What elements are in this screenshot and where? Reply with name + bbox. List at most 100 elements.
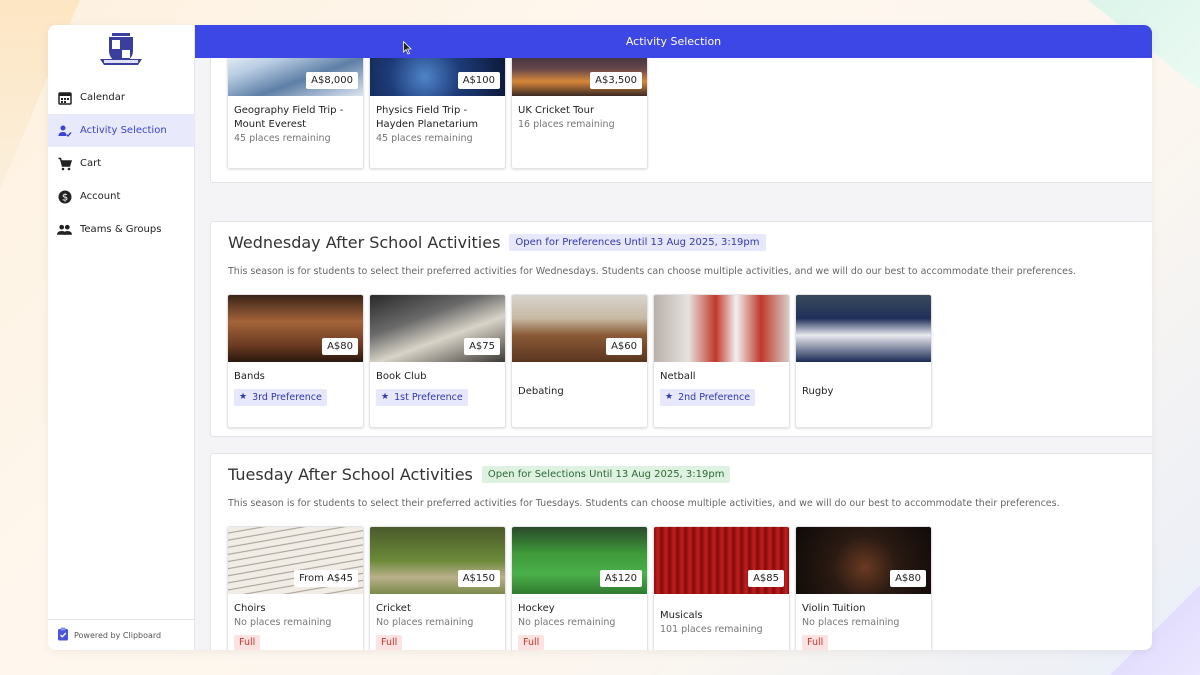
price-badge: A$75	[464, 338, 500, 355]
preference-tag[interactable]: ★ 3rd Preference	[234, 388, 327, 406]
activity-card-netball[interactable]: Netball ★ 2nd Preference	[653, 294, 790, 428]
activity-name: UK Cricket Tour	[518, 105, 595, 116]
netball-image	[654, 295, 789, 362]
sidebar-item-account[interactable]: $ Account	[48, 180, 195, 213]
group-icon	[57, 222, 72, 237]
price-badge: A$120	[599, 570, 642, 587]
sidebar-item-calendar[interactable]: Calendar	[48, 81, 195, 114]
activity-card-geography[interactable]: A$8,000 Geography Field Trip - Mount Eve…	[227, 58, 364, 169]
cricket-image: A$150	[370, 527, 505, 594]
section-description: This season is for students to select th…	[228, 498, 1060, 509]
school-logo	[98, 31, 144, 69]
stage-curtain-image: A$85	[654, 527, 789, 594]
activity-name: Choirs	[234, 603, 266, 614]
activity-card-cricket-tour[interactable]: A$3,500 UK Cricket Tour 16 places remain…	[511, 58, 648, 169]
activity-name: Musicals	[660, 610, 703, 621]
london-skyline-image: A$3,500	[512, 58, 647, 96]
activity-name: Book Club	[376, 371, 427, 382]
sidebar-item-label: Teams & Groups	[80, 224, 162, 235]
places-remaining: No places remaining	[518, 617, 616, 628]
calendar-icon	[57, 90, 72, 105]
main-content[interactable]: A$8,000 Geography Field Trip - Mount Eve…	[195, 58, 1152, 650]
activity-card-book-club[interactable]: A$75 Book Club ★ 1st Preference	[369, 294, 506, 428]
activity-card-hockey[interactable]: A$120 Hockey No places remaining Full	[511, 526, 648, 650]
sidebar-item-label: Activity Selection	[80, 125, 167, 136]
drums-image: A$80	[228, 295, 363, 362]
sidebar-item-label: Cart	[80, 158, 102, 169]
full-badge: Full	[802, 635, 829, 650]
price-badge: A$80	[322, 338, 358, 355]
preference-tag[interactable]: ★ 2nd Preference	[660, 388, 756, 406]
star-icon: ★	[239, 392, 248, 402]
mouse-cursor-icon	[403, 41, 413, 55]
dollar-icon: $	[57, 189, 72, 204]
sidebar-item-label: Account	[80, 191, 121, 202]
clipboard-icon	[57, 627, 69, 643]
full-badge: Full	[376, 635, 403, 650]
price-badge: A$80	[890, 570, 926, 587]
sidebar-item-activity-selection[interactable]: Activity Selection	[48, 114, 195, 147]
full-badge: Full	[234, 635, 261, 650]
activity-card-choirs[interactable]: From A$45 Choirs No places remaining Ful…	[227, 526, 364, 650]
price-badge: A$60	[606, 338, 642, 355]
section-description: This season is for students to select th…	[228, 266, 1076, 277]
section-title: Wednesday After School Activities	[228, 233, 501, 252]
hockey-image: A$120	[512, 527, 647, 594]
section-title: Tuesday After School Activities	[228, 465, 473, 484]
svg-text:$: $	[61, 192, 67, 203]
cart-icon	[57, 156, 72, 171]
trips-section: A$8,000 Geography Field Trip - Mount Eve…	[210, 58, 1152, 183]
activity-name: Violin Tuition	[802, 603, 866, 614]
wednesday-section: Wednesday After School Activities Open f…	[210, 221, 1152, 437]
person-check-icon	[57, 123, 72, 138]
preference-label: 2nd Preference	[678, 391, 751, 403]
price-badge: A$8,000	[306, 72, 358, 89]
sidebar-item-label: Calendar	[80, 92, 125, 103]
price-badge: From A$45	[294, 570, 358, 587]
sidebar-item-cart[interactable]: Cart	[48, 147, 195, 180]
activity-name: Netball	[660, 371, 696, 382]
mountain-image: A$8,000	[228, 58, 363, 96]
sidebar: Calendar Activity Selection Cart $ Accou…	[48, 25, 195, 650]
activity-card-violin[interactable]: A$80 Violin Tuition No places remaining …	[795, 526, 932, 650]
sidebar-item-teams-groups[interactable]: Teams & Groups	[48, 213, 195, 246]
full-badge: Full	[518, 635, 545, 650]
star-icon: ★	[381, 392, 390, 402]
activity-card-musicals[interactable]: A$85 Musicals 101 places remaining	[653, 526, 790, 650]
preference-tag[interactable]: ★ 1st Preference	[376, 388, 468, 406]
activity-name: Debating	[518, 386, 564, 397]
price-badge: A$100	[457, 72, 500, 89]
activity-card-cricket[interactable]: A$150 Cricket No places remaining Full	[369, 526, 506, 650]
powered-by-footer: Powered by Clipboard	[48, 619, 195, 650]
planetarium-image: A$100	[370, 58, 505, 96]
status-badge: Open for Selections Until 13 Aug 2025, 3…	[481, 466, 731, 483]
activity-card-physics[interactable]: A$100 Physics Field Trip - Hayden Planet…	[369, 58, 506, 169]
activity-name: Hockey	[518, 603, 555, 614]
sheet-music-image: From A$45	[228, 527, 363, 594]
activity-card-bands[interactable]: A$80 Bands ★ 3rd Preference	[227, 294, 364, 428]
places-remaining: 101 places remaining	[660, 624, 763, 635]
sidebar-nav: Calendar Activity Selection Cart $ Accou…	[48, 81, 195, 246]
activity-name: Bands	[234, 371, 265, 382]
places-remaining: 45 places remaining	[234, 133, 331, 144]
places-remaining: No places remaining	[376, 617, 474, 628]
activity-name: Cricket	[376, 603, 411, 614]
app-window: Calendar Activity Selection Cart $ Accou…	[48, 25, 1152, 650]
rugby-team-image	[796, 295, 931, 362]
violin-image: A$80	[796, 527, 931, 594]
places-remaining: 45 places remaining	[376, 133, 473, 144]
header-bar: Activity Selection	[195, 25, 1152, 58]
price-badge: A$150	[457, 570, 500, 587]
activity-name: Physics Field Trip - Hayden Planetarium	[376, 105, 479, 130]
activity-card-debating[interactable]: A$60 Debating	[511, 294, 648, 428]
places-remaining: No places remaining	[802, 617, 900, 628]
price-badge: A$3,500	[590, 72, 642, 89]
status-badge: Open for Preferences Until 13 Aug 2025, …	[509, 234, 766, 251]
places-remaining: 16 places remaining	[518, 119, 615, 130]
tuesday-section: Tuesday After School Activities Open for…	[210, 453, 1152, 650]
star-icon: ★	[665, 392, 674, 402]
book-image: A$75	[370, 295, 505, 362]
page-title: Activity Selection	[625, 35, 722, 48]
places-remaining: No places remaining	[234, 617, 332, 628]
activity-card-rugby[interactable]: Rugby	[795, 294, 932, 428]
